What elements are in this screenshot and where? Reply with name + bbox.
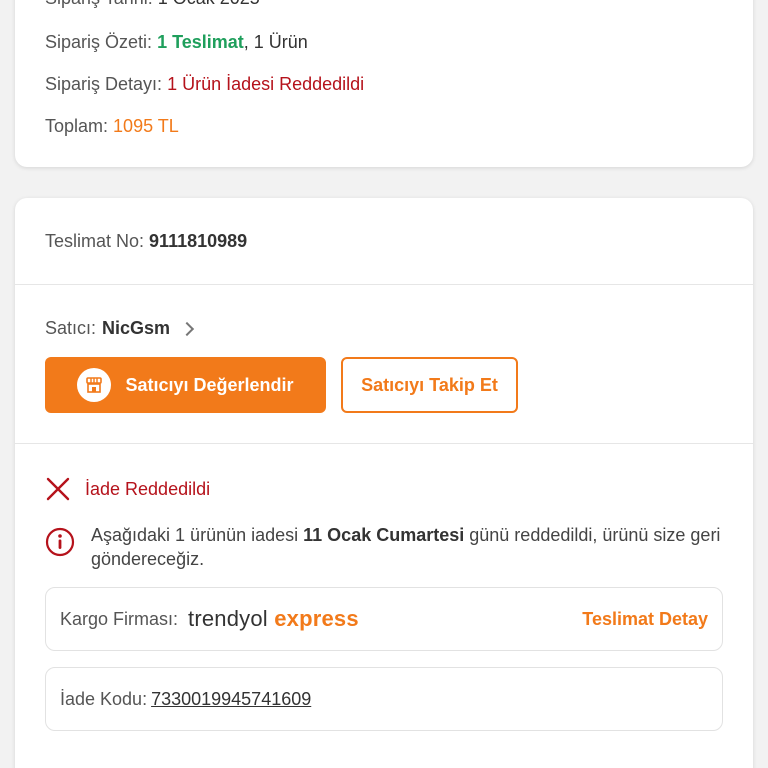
logo-part2: express: [274, 606, 359, 631]
return-status-title: İade Reddedildi: [85, 478, 211, 499]
follow-seller-button[interactable]: Satıcıyı Takip Et: [341, 357, 518, 413]
order-summary-card: Sipariş Tarihi: 1 Ocak 2025 Sipariş Özet…: [15, 0, 753, 167]
divider: [15, 443, 753, 444]
order-date-row: Sipariş Tarihi: 1 Ocak 2025: [45, 0, 260, 9]
order-overview-label: Sipariş Özeti:: [45, 32, 153, 52]
delivery-number-label: Teslimat No:: [45, 231, 145, 251]
delivery-number: Teslimat No: 9111810989: [45, 231, 247, 252]
delivery-card: Teslimat No: 9111810989 Satıcı: NicGsm S…: [15, 198, 753, 768]
return-info-text: Aşağıdaki 1 ürünün iadesi 11 Ocak Cumart…: [91, 523, 725, 571]
chevron-right-icon: [179, 321, 195, 336]
cargo-label: Kargo Firması:: [60, 608, 179, 629]
divider: [15, 284, 753, 285]
order-detail-label: Sipariş Detayı:: [45, 74, 163, 94]
order-detail-value: 1 Ürün İadesi Reddedildi: [167, 74, 365, 94]
return-code-label: İade Kodu:: [60, 688, 148, 709]
rate-seller-button[interactable]: Satıcıyı Değerlendir: [45, 357, 326, 413]
order-date-label: Sipariş Tarihi:: [45, 0, 153, 8]
order-total-label: Toplam:: [45, 116, 109, 136]
seller-link[interactable]: Satıcı: NicGsm: [45, 318, 195, 339]
seller-name[interactable]: NicGsm: [102, 318, 170, 339]
return-code-box: İade Kodu: 7330019945741609: [45, 667, 723, 731]
delivery-number-value: 9111810989: [149, 231, 248, 251]
order-date-value: 1 Ocak 2025: [158, 0, 260, 8]
close-icon: [46, 477, 70, 501]
delivery-detail-link[interactable]: Teslimat Detay: [582, 609, 708, 630]
rate-seller-label: Satıcıyı Değerlendir: [125, 374, 294, 395]
return-info: Aşağıdaki 1 ürünün iadesi 11 Ocak Cumart…: [45, 523, 725, 571]
store-icon: [77, 368, 112, 402]
order-overview-items: , 1 Ürün: [243, 32, 308, 52]
order-overview-deliveries: 1 Teslimat: [157, 32, 244, 52]
info-alert-icon: [45, 527, 75, 557]
trendyol-express-logo: trendyol express: [188, 606, 359, 632]
return-status: İade Reddedildi: [45, 476, 210, 502]
logo-part1: trendyol: [188, 606, 268, 631]
return-info-pre: Aşağıdaki 1 ürünün iadesi: [91, 525, 304, 545]
seller-label: Satıcı:: [45, 318, 97, 338]
cargo-box: Kargo Firması: trendyol express Teslimat…: [45, 587, 723, 651]
order-total-row: Toplam: 1095 TL: [45, 116, 179, 137]
return-info-date: 11 Ocak Cumartesi: [303, 525, 465, 545]
cargo-company: Kargo Firması: trendyol express: [60, 606, 359, 632]
order-detail-row: Sipariş Detayı: 1 Ürün İadesi Reddedildi: [45, 74, 364, 95]
return-code-value[interactable]: 7330019945741609: [151, 689, 311, 710]
order-total-value: 1095 TL: [113, 116, 179, 136]
order-overview-row: Sipariş Özeti: 1 Teslimat, 1 Ürün: [45, 32, 308, 53]
